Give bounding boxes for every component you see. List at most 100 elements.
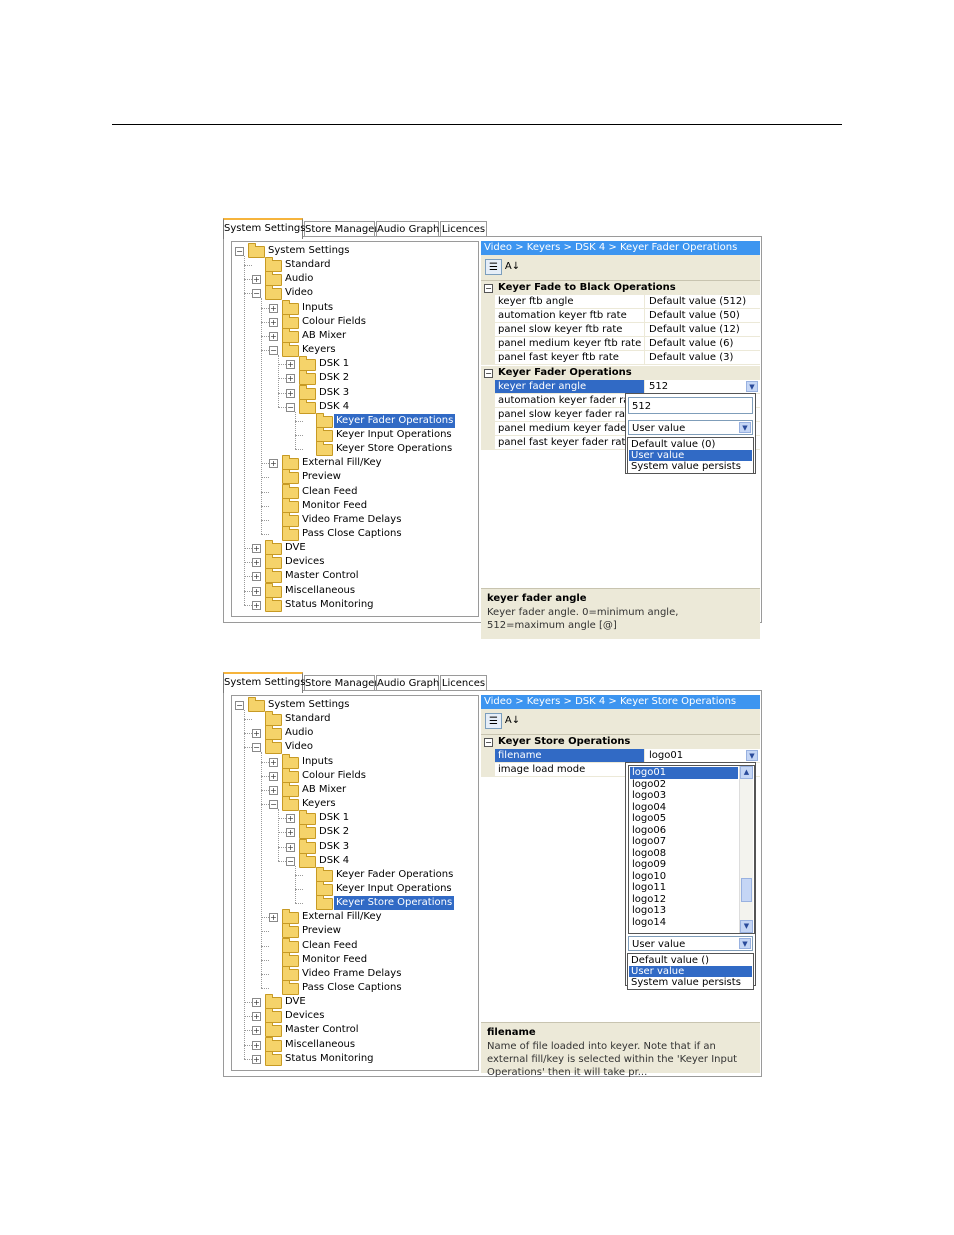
file-list-item[interactable]: logo06 — [630, 825, 738, 837]
tree-node-dsk2[interactable]: + DSK 2 — [232, 370, 472, 386]
tree-node-keyer-store-operations[interactable]: Keyer Store Operations — [232, 441, 472, 457]
property-value[interactable]: Default value (12) — [646, 323, 760, 336]
tree-node-dsk1[interactable]: + DSK 1 — [232, 356, 472, 372]
tree-node-keyer-store-operations[interactable]: Keyer Store Operations — [232, 895, 472, 911]
tree-node-colour-fields[interactable]: + Colour Fields — [232, 767, 472, 783]
tree-node-dsk4[interactable]: − DSK 4 — [232, 852, 472, 868]
mode-select[interactable]: User value ▼ — [628, 936, 753, 951]
tree-node-keyer-fader-operations[interactable]: Keyer Fader Operations — [232, 866, 472, 882]
expand-icon[interactable]: + — [252, 275, 261, 285]
expand-icon[interactable]: + — [269, 331, 278, 341]
collapse-icon[interactable]: − — [252, 743, 261, 753]
expand-icon[interactable]: + — [252, 586, 261, 596]
tree-node-dve[interactable]: + DVE — [232, 994, 472, 1010]
file-list[interactable]: ▲ ▼ logo01 logo02 logo03 logo04 logo05 logo06… — [628, 765, 755, 934]
tree-node-monitor-feed[interactable]: Monitor Feed — [232, 951, 472, 967]
file-list-item[interactable]: logo07 — [630, 836, 738, 848]
tree-node-dve[interactable]: + DVE — [232, 540, 472, 556]
settings-tree[interactable]: − System Settings Standard + Audio − Video + Inp… — [231, 695, 479, 1071]
tree-node-dsk2[interactable]: + DSK 2 — [232, 824, 472, 840]
tree-node-pass-close-captions[interactable]: Pass Close Captions — [232, 980, 472, 995]
tree-node-devices[interactable]: + Devices — [232, 1008, 472, 1024]
tree-node-keyers[interactable]: − Keyers — [232, 796, 472, 812]
dropdown-arrow-icon[interactable]: ▼ — [739, 938, 751, 949]
tree-node-preview[interactable]: Preview — [232, 923, 472, 939]
tree-node-standard[interactable]: Standard — [232, 711, 472, 727]
property-value[interactable]: Default value (6) — [646, 337, 760, 350]
tree-node-keyers[interactable]: − Keyers — [232, 342, 472, 358]
property-value[interactable]: logo01 — [646, 749, 760, 762]
mode-select[interactable]: User value ▼ — [628, 420, 753, 435]
tree-node-standard[interactable]: Standard — [232, 257, 472, 273]
property-row[interactable]: panel medium keyer ftb rate Default value… — [481, 337, 760, 351]
expand-icon[interactable]: + — [269, 757, 278, 767]
expand-icon[interactable]: + — [252, 729, 261, 739]
expand-icon[interactable]: + — [286, 814, 295, 824]
value-text-input[interactable]: 512 — [628, 397, 753, 414]
sort-alphabetical-icon[interactable]: A↓ — [504, 713, 521, 729]
collapse-icon[interactable]: − — [484, 284, 493, 293]
property-value[interactable]: Default value (512) — [646, 295, 760, 308]
scroll-thumb[interactable] — [741, 878, 752, 902]
tree-node-master-control[interactable]: + Master Control — [232, 1022, 472, 1038]
tree-node-dsk3[interactable]: + DSK 3 — [232, 384, 472, 400]
category-keyer-fade-to-black[interactable]: − Keyer Fade to Black Operations — [481, 281, 760, 295]
tree-node-pass-close-captions[interactable]: Pass Close Captions — [232, 526, 472, 541]
tree-node-miscellaneous[interactable]: + Miscellaneous — [232, 582, 472, 598]
property-value[interactable]: 512 — [646, 380, 760, 393]
tab-store-manager[interactable]: Store Manager — [304, 675, 378, 691]
tab-licences[interactable]: Licences — [440, 221, 487, 237]
expand-icon[interactable]: + — [269, 459, 278, 469]
file-list-item-selected[interactable]: logo01 — [630, 767, 738, 779]
tree-node-external-fill-key[interactable]: + External Fill/Key — [232, 909, 472, 925]
file-list-item[interactable]: logo02 — [630, 779, 738, 791]
tree-node-devices[interactable]: + Devices — [232, 554, 472, 570]
expand-icon[interactable]: + — [252, 544, 261, 554]
tree-node-status-monitoring[interactable]: + Status Monitoring — [232, 596, 472, 612]
expand-icon[interactable]: + — [269, 771, 278, 781]
property-row-selected[interactable]: filename logo01 ▼ — [481, 749, 760, 763]
expand-icon[interactable]: + — [252, 572, 261, 582]
expand-icon[interactable]: + — [252, 998, 261, 1008]
tree-node-video-frame-delays[interactable]: Video Frame Delays — [232, 511, 472, 527]
collapse-icon[interactable]: − — [269, 800, 278, 810]
file-list-item[interactable]: logo08 — [630, 848, 738, 860]
collapse-icon[interactable]: − — [269, 346, 278, 356]
collapse-icon[interactable]: − — [484, 369, 493, 378]
scroll-down-icon[interactable]: ▼ — [740, 920, 753, 933]
sort-alphabetical-icon[interactable]: A↓ — [504, 259, 521, 275]
tab-system-settings[interactable]: System Settings — [223, 218, 305, 239]
property-value[interactable]: Default value (3) — [646, 351, 760, 364]
collapse-icon[interactable]: − — [286, 856, 295, 866]
settings-tree[interactable]: − System Settings Standard + Audio − Video + Inp… — [231, 241, 479, 617]
expand-icon[interactable]: + — [269, 303, 278, 313]
mode-option-selected[interactable]: User value — [629, 966, 752, 977]
category-keyer-store-operations[interactable]: − Keyer Store Operations — [481, 735, 760, 749]
tree-node-clean-feed[interactable]: Clean Feed — [232, 483, 472, 499]
dropdown-arrow-icon[interactable]: ▼ — [746, 381, 758, 392]
property-row-selected[interactable]: keyer fader angle 512 ▼ — [481, 380, 760, 394]
tree-node-miscellaneous[interactable]: + Miscellaneous — [232, 1036, 472, 1052]
expand-icon[interactable]: + — [286, 828, 295, 838]
scroll-up-icon[interactable]: ▲ — [740, 766, 753, 779]
tree-node-root[interactable]: − System Settings — [232, 243, 472, 258]
file-list-item[interactable]: logo05 — [630, 813, 738, 825]
tree-node-external-fill-key[interactable]: + External Fill/Key — [232, 455, 472, 471]
property-row[interactable]: automation keyer ftb rate Default value (… — [481, 309, 760, 323]
tree-node-video[interactable]: − Video — [232, 739, 472, 755]
tab-store-manager[interactable]: Store Manager — [304, 221, 378, 237]
collapse-icon[interactable]: − — [235, 247, 244, 256]
mode-option[interactable]: Default value () — [629, 955, 752, 966]
expand-icon[interactable]: + — [252, 1040, 261, 1050]
tree-node-ab-mixer[interactable]: + AB Mixer — [232, 327, 472, 343]
mode-option[interactable]: System value persists — [629, 461, 752, 472]
tree-node-video-frame-delays[interactable]: Video Frame Delays — [232, 965, 472, 981]
tree-node-dsk1[interactable]: + DSK 1 — [232, 810, 472, 826]
file-list-item[interactable]: logo03 — [630, 790, 738, 802]
expand-icon[interactable]: + — [286, 842, 295, 852]
expand-icon[interactable]: + — [286, 388, 295, 398]
expand-icon[interactable]: + — [252, 1054, 261, 1064]
category-keyer-fader-operations[interactable]: − Keyer Fader Operations — [481, 366, 760, 380]
tree-node-ab-mixer[interactable]: + AB Mixer — [232, 781, 472, 797]
collapse-icon[interactable]: − — [484, 738, 493, 747]
